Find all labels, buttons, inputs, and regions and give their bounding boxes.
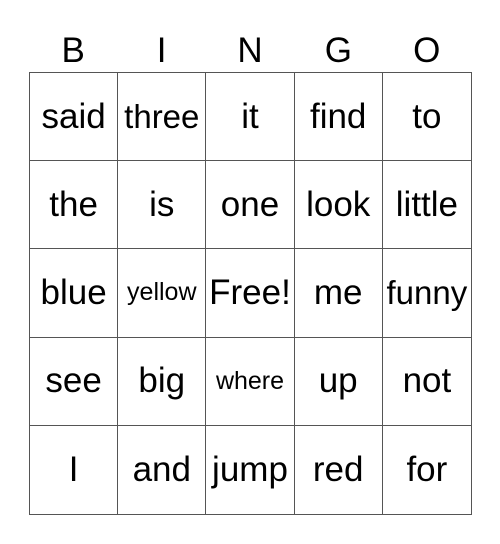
free-space-cell[interactable]: Free! bbox=[206, 249, 295, 338]
bingo-cell[interactable]: big bbox=[118, 337, 207, 426]
bingo-cell[interactable]: said bbox=[30, 73, 119, 162]
bingo-cell[interactable]: it bbox=[206, 73, 295, 162]
bingo-cell[interactable]: find bbox=[294, 73, 383, 162]
header-letter-b: B bbox=[61, 31, 85, 70]
bingo-cell[interactable]: is bbox=[118, 161, 207, 250]
header-letter-n: N bbox=[237, 31, 263, 70]
bingo-cell[interactable]: and bbox=[118, 425, 207, 514]
bingo-cell[interactable]: to bbox=[382, 73, 471, 162]
bingo-cell[interactable]: see bbox=[30, 337, 119, 426]
bingo-cell[interactable]: one bbox=[206, 161, 295, 250]
bingo-cell[interactable]: red bbox=[295, 425, 383, 514]
bingo-cell[interactable]: up bbox=[294, 337, 383, 426]
bingo-cell[interactable]: not bbox=[382, 338, 471, 426]
bingo-cell[interactable]: where bbox=[206, 337, 295, 426]
bingo-cell[interactable]: me bbox=[294, 249, 383, 338]
bingo-cell[interactable]: look bbox=[294, 161, 383, 250]
bingo-cell[interactable]: funny bbox=[382, 249, 471, 338]
bingo-cell[interactable]: I bbox=[30, 425, 119, 514]
bingo-grid: said three it find to the is one look li… bbox=[29, 72, 472, 515]
bingo-cell[interactable]: yellow bbox=[118, 249, 207, 338]
header-letter-g: G bbox=[324, 31, 352, 70]
bingo-cell[interactable]: for bbox=[383, 426, 471, 514]
bingo-cell[interactable]: the bbox=[30, 161, 119, 250]
bingo-cell[interactable]: jump bbox=[206, 425, 295, 514]
header-letter-i: I bbox=[156, 31, 167, 70]
bingo-cell[interactable]: little bbox=[382, 161, 471, 250]
bingo-header: B I N G O bbox=[29, 30, 471, 72]
bingo-cell[interactable]: blue bbox=[30, 249, 119, 338]
bingo-cell[interactable]: three bbox=[118, 73, 207, 162]
header-letter-o: O bbox=[413, 31, 441, 70]
